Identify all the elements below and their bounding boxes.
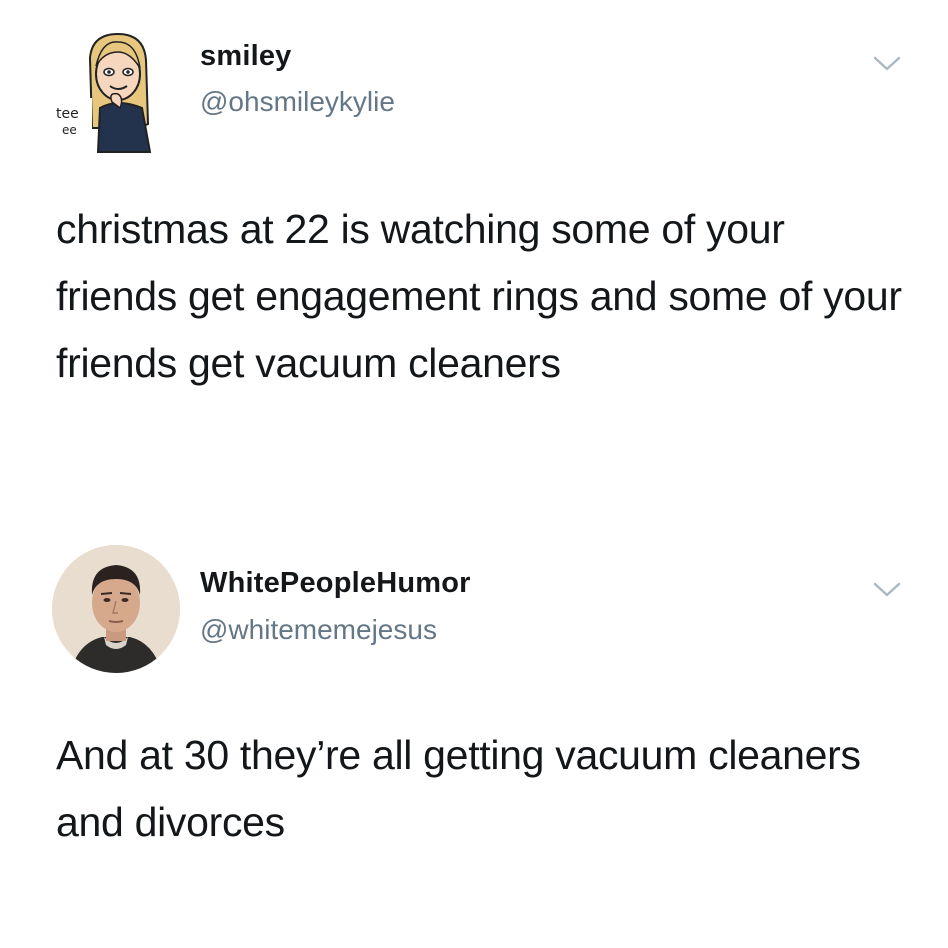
profile-photo-icon[interactable] bbox=[52, 545, 180, 673]
display-name[interactable]: WhitePeopleHumor bbox=[200, 567, 471, 600]
tweet: tee ee smiley @ohsmileykylie christmas a… bbox=[0, 0, 948, 520]
svg-text:tee: tee bbox=[56, 106, 79, 122]
bitmoji-avatar-icon[interactable]: tee ee bbox=[52, 28, 180, 156]
tweet-text: And at 30 they’re all getting vacuum cle… bbox=[56, 732, 861, 845]
user-handle[interactable]: @ohsmileykylie bbox=[200, 86, 395, 118]
user-handle[interactable]: @whitememejesus bbox=[200, 614, 437, 646]
svg-text:ee: ee bbox=[62, 123, 77, 137]
tweet-text: christmas at 22 is watching some of your… bbox=[56, 206, 902, 386]
display-name[interactable]: smiley bbox=[200, 40, 292, 73]
chevron-down-icon[interactable] bbox=[872, 580, 902, 600]
chevron-down-icon[interactable] bbox=[872, 54, 902, 74]
tweet: WhitePeopleHumor @whitememejesus And at … bbox=[0, 520, 948, 948]
